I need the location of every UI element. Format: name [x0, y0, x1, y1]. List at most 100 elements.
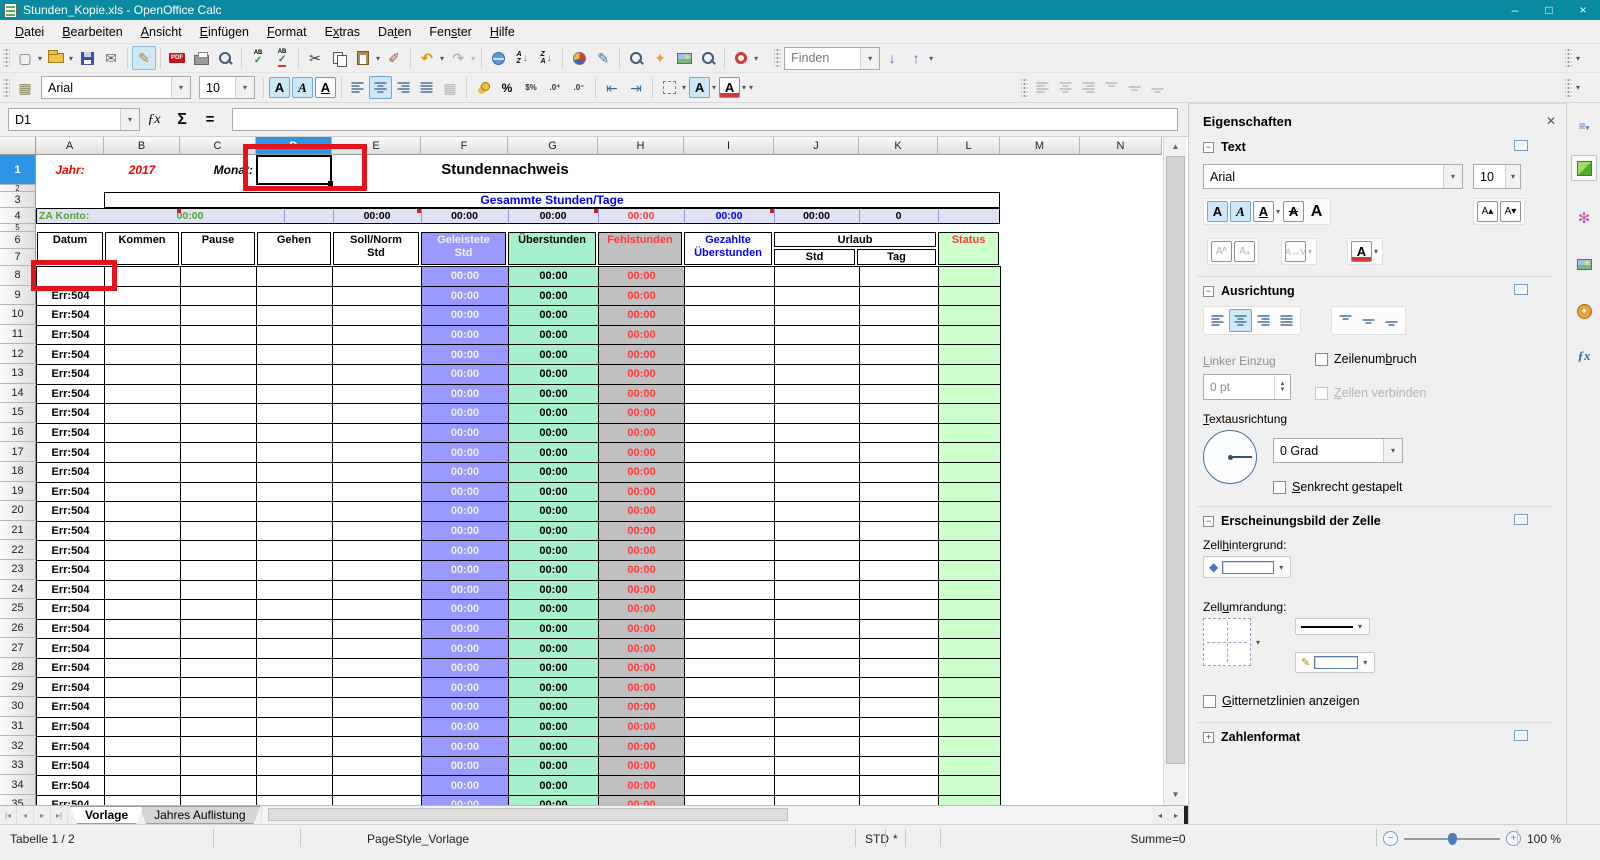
autospellcheck-icon[interactable]: AB✓ [270, 46, 294, 70]
cell-L12[interactable] [939, 345, 1001, 365]
superscript-icon[interactable]: Aᴬ [1211, 241, 1232, 262]
row-header-20[interactable]: 20 [0, 501, 36, 521]
cell-F18[interactable]: 00:00 [422, 463, 509, 483]
cell-B26[interactable] [105, 620, 181, 640]
cell-K17[interactable] [860, 443, 939, 463]
cell-I23[interactable] [685, 561, 775, 581]
cell-F23[interactable]: 00:00 [422, 561, 509, 581]
cell-E4[interactable]: 00:00 [333, 209, 421, 223]
draw-functions-icon[interactable]: ✎ [591, 46, 615, 70]
header-urlaub-std[interactable]: Std [774, 249, 855, 265]
column-header-G[interactable]: G [508, 137, 598, 155]
cell-G34[interactable]: 00:00 [509, 776, 599, 796]
find-next-icon[interactable]: ↓ [880, 46, 904, 70]
cell-B15[interactable] [105, 404, 181, 424]
cell-A30[interactable]: Err:504 [37, 698, 105, 718]
cell-K32[interactable] [860, 737, 939, 757]
cell-K30[interactable] [860, 698, 939, 718]
cell-K8[interactable] [860, 267, 939, 287]
appearance-dialog-launcher-icon[interactable]: ··· [1514, 514, 1528, 525]
cell-D13[interactable] [257, 365, 333, 385]
cell-K16[interactable] [860, 424, 939, 444]
cell-L29[interactable] [939, 678, 1001, 698]
row-header-1[interactable]: 1 [0, 155, 36, 185]
cell-H11[interactable]: 00:00 [599, 326, 685, 346]
cell-B12[interactable] [105, 345, 181, 365]
cell-I11[interactable] [685, 326, 775, 346]
row-header-23[interactable]: 23 [0, 560, 36, 580]
cell-A27[interactable]: Err:504 [37, 639, 105, 659]
column-header-N[interactable]: N [1080, 137, 1162, 155]
next-sheet-icon[interactable]: ▸ [34, 806, 51, 824]
cell-I4[interactable]: 00:00 [684, 209, 774, 223]
cell-C11[interactable] [181, 326, 257, 346]
header-gezahlte-ueberstunden[interactable]: GezahlteÜberstunden [684, 232, 772, 265]
cell-C21[interactable] [181, 522, 257, 542]
font-color-dropdown-icon[interactable]: ▾ [742, 83, 746, 92]
find-combobox[interactable]: ▾ [784, 47, 880, 70]
cell-H19[interactable]: 00:00 [599, 483, 685, 503]
cell-E23[interactable] [333, 561, 422, 581]
cell-C28[interactable] [181, 659, 257, 679]
cell-G27[interactable]: 00:00 [509, 639, 599, 659]
cell-I21[interactable] [685, 522, 775, 542]
row-header-22[interactable]: 22 [0, 540, 36, 560]
cell-E31[interactable] [333, 718, 422, 738]
cell-H31[interactable]: 00:00 [599, 718, 685, 738]
cell-H32[interactable]: 00:00 [599, 737, 685, 757]
spellcheck-icon[interactable]: AB✓ [246, 46, 270, 70]
cell-F28[interactable]: 00:00 [422, 659, 509, 679]
header-urlaub[interactable]: Urlaub [774, 232, 936, 247]
totals-row[interactable]: ZA Konto: 00:00 00:00 00:00 00:00 00:00 … [36, 208, 1000, 224]
toolbar-overflow-icon[interactable]: ▾ [749, 83, 753, 92]
cell-C35[interactable] [181, 796, 257, 805]
cell-G4[interactable]: 00:00 [508, 209, 598, 223]
column-header-F[interactable]: F [421, 137, 508, 155]
cell-F19[interactable]: 00:00 [422, 483, 509, 503]
cell-B27[interactable] [105, 639, 181, 659]
cell-A14[interactable]: Err:504 [37, 385, 105, 405]
cell-F27[interactable]: 00:00 [422, 639, 509, 659]
cell-D28[interactable] [257, 659, 333, 679]
cell-K24[interactable] [860, 581, 939, 601]
cell-C24[interactable] [181, 581, 257, 601]
scroll-right-icon[interactable]: ▸ [1168, 806, 1184, 824]
paste-icon[interactable] [351, 46, 375, 70]
cell-B32[interactable] [105, 737, 181, 757]
cell-K19[interactable] [860, 483, 939, 503]
cell-B16[interactable] [105, 424, 181, 444]
align-object-middle-icon[interactable] [1123, 76, 1146, 99]
zoom-out-icon[interactable]: − [1383, 831, 1398, 846]
cell-C23[interactable] [181, 561, 257, 581]
row-header-25[interactable]: 25 [0, 599, 36, 619]
previous-sheet-icon[interactable]: ◂ [17, 806, 34, 824]
cell-I22[interactable] [685, 541, 775, 561]
font-size-dropdown-icon[interactable]: ▾ [235, 77, 254, 98]
cell-F16[interactable]: 00:00 [422, 424, 509, 444]
sum-info[interactable]: Summe=0 [940, 832, 1376, 846]
cell-H23[interactable]: 00:00 [599, 561, 685, 581]
cell-H12[interactable]: 00:00 [599, 345, 685, 365]
cell-L13[interactable] [939, 365, 1001, 385]
find-previous-icon[interactable]: ↑ [904, 46, 928, 70]
cell-D20[interactable] [257, 502, 333, 522]
sort-ascending-icon[interactable]: AZ↓ [510, 46, 534, 70]
cell-D17[interactable] [257, 443, 333, 463]
sum-icon[interactable]: Σ [169, 108, 195, 132]
header-status[interactable]: Status [938, 232, 999, 265]
cell-L14[interactable] [939, 385, 1001, 405]
cell-K29[interactable] [860, 678, 939, 698]
row-header-11[interactable]: 11 [0, 325, 36, 345]
increase-indent-icon[interactable]: ⇥ [624, 76, 648, 100]
cell-J21[interactable] [775, 522, 860, 542]
menu-format[interactable]: Format [258, 22, 316, 42]
cell-I20[interactable] [685, 502, 775, 522]
cell-J13[interactable] [775, 365, 860, 385]
row-header-5[interactable]: 5 [0, 224, 36, 232]
cell-H4[interactable]: 00:00 [598, 209, 684, 223]
line-style-dropdown-icon[interactable]: ▾ [1358, 622, 1362, 631]
row-header-16[interactable]: 16 [0, 423, 36, 443]
row-header-10[interactable]: 10 [0, 305, 36, 325]
cell-B22[interactable] [105, 541, 181, 561]
cell-H34[interactable]: 00:00 [599, 776, 685, 796]
